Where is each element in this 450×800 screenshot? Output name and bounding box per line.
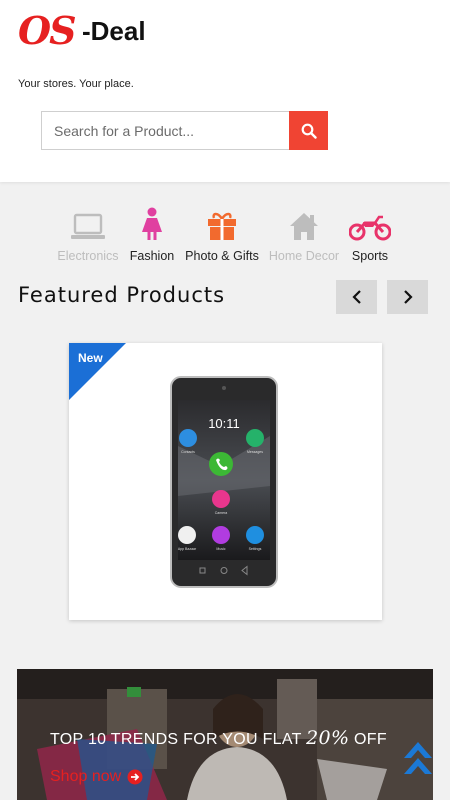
- svg-text:Settings: Settings: [249, 547, 262, 551]
- gift-icon: [208, 212, 236, 240]
- new-badge: New: [78, 351, 103, 365]
- svg-text:Camera: Camera: [215, 511, 228, 515]
- double-chevron-up-icon: [404, 742, 432, 774]
- phone-clock: 10:11: [208, 416, 240, 431]
- product-card[interactable]: New 10:11 Contacts Messages Camera App B…: [69, 343, 382, 620]
- svg-text:Contacts: Contacts: [181, 450, 195, 454]
- search-icon: [301, 123, 317, 139]
- category-label: Fashion: [129, 249, 175, 263]
- promo-banner[interactable]: TOP 10 TRENDS FOR YOU FLAT 20% OFF Shop …: [17, 669, 433, 800]
- motorcycle-icon: [349, 215, 391, 241]
- arrow-circle-right-icon: [127, 769, 143, 785]
- category-bar: Electronics Fashion Photo & Gifts Home D…: [50, 205, 400, 267]
- featured-prev-button[interactable]: [336, 280, 377, 314]
- home-icon: [290, 213, 318, 240]
- woman-icon: [142, 207, 162, 240]
- search-button[interactable]: [289, 111, 328, 150]
- svg-text:Music: Music: [216, 547, 225, 551]
- tagline: Your stores. Your place.: [18, 78, 134, 90]
- banner-headline-prefix: TOP 10 TRENDS FOR YOU FLAT: [50, 731, 307, 748]
- banner-headline-pct: 20%: [306, 727, 350, 749]
- scroll-top-button[interactable]: [403, 741, 433, 779]
- category-label: Photo & Gifts: [185, 249, 259, 263]
- shop-now-label: Shop now: [50, 768, 122, 785]
- logo-os: OS: [18, 8, 77, 53]
- search-box: [41, 111, 328, 150]
- svg-text:App Bazaar: App Bazaar: [178, 547, 197, 551]
- search-input[interactable]: [42, 112, 289, 149]
- banner-headline-suffix: OFF: [349, 731, 387, 748]
- logo-deal: -Deal: [82, 16, 146, 46]
- header: OS -Deal Your stores. Your place.: [0, 0, 450, 182]
- laptop-icon: [71, 213, 105, 239]
- chevron-right-icon: [403, 290, 413, 304]
- category-photo-gifts[interactable]: Photo & Gifts: [182, 205, 262, 263]
- svg-text:Messages: Messages: [247, 450, 263, 454]
- category-label: Sports: [351, 249, 389, 263]
- category-fashion[interactable]: Fashion: [112, 205, 192, 263]
- banner-headline: TOP 10 TRENDS FOR YOU FLAT 20% OFF: [50, 727, 387, 749]
- logo[interactable]: OS -Deal: [18, 8, 168, 53]
- category-sports[interactable]: Sports: [330, 205, 410, 263]
- featured-title: Featured Products: [18, 283, 226, 307]
- shop-now-link[interactable]: Shop now: [50, 768, 143, 786]
- product-image: 10:11 Contacts Messages Camera App Bazaa…: [170, 376, 278, 588]
- chevron-left-icon: [351, 290, 361, 304]
- featured-next-button[interactable]: [387, 280, 428, 314]
